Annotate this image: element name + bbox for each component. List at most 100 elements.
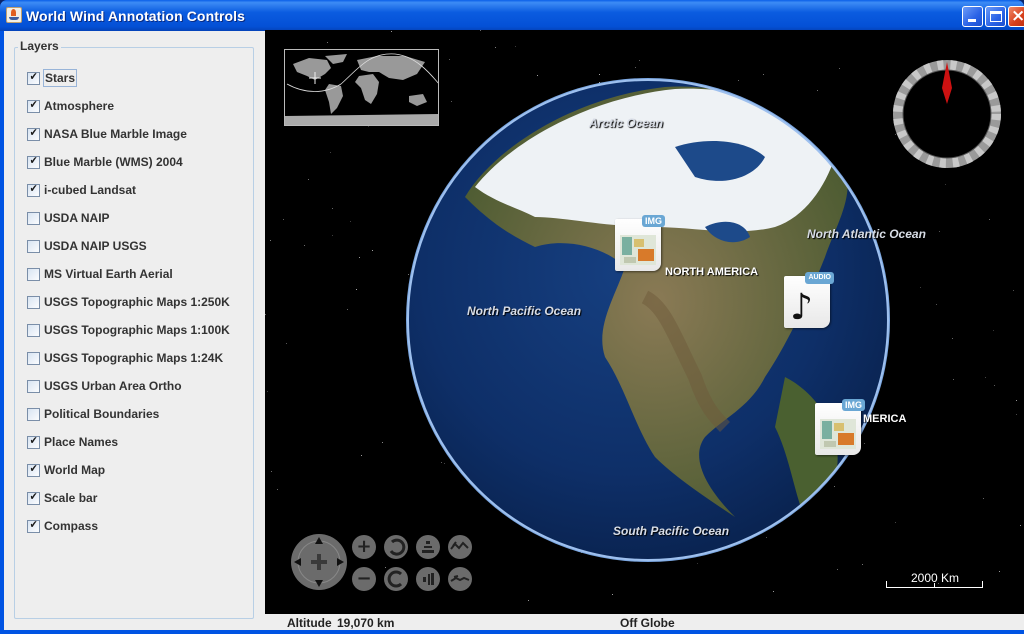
zoom-out-button[interactable]: − [352, 567, 376, 591]
layer-checkbox[interactable] [27, 323, 40, 337]
layer-item[interactable]: USGS Topographic Maps 1:100K [27, 321, 231, 339]
world-wind-canvas[interactable]: Arctic Ocean North Atlantic Ocean North … [265, 30, 1024, 614]
layer-item[interactable]: Scale bar [27, 489, 98, 507]
layer-item[interactable]: USDA NAIP USGS [27, 237, 148, 255]
painting-thumbnail-icon [620, 235, 656, 265]
layer-item[interactable]: USGS Topographic Maps 1:24K [27, 349, 224, 367]
layer-item[interactable]: Place Names [27, 433, 119, 451]
layer-checkbox[interactable] [27, 491, 40, 505]
image-annotation-north-america[interactable]: IMG [615, 215, 665, 271]
layer-item[interactable]: Atmosphere [27, 97, 115, 115]
layer-checkbox[interactable] [27, 183, 40, 197]
layer-checkbox[interactable] [27, 519, 40, 533]
layer-item[interactable]: Stars [27, 69, 78, 87]
layer-label[interactable]: Political Boundaries [43, 406, 160, 422]
star [983, 498, 984, 499]
layer-label[interactable]: MS Virtual Earth Aerial [43, 266, 174, 282]
star [635, 67, 636, 68]
layer-label[interactable]: USGS Topographic Maps 1:250K [43, 294, 231, 310]
layer-item[interactable]: i-cubed Landsat [27, 181, 137, 199]
layer-checkbox[interactable] [27, 351, 40, 365]
pan-control[interactable] [289, 533, 357, 591]
label-south-pacific-ocean: South Pacific Ocean [613, 524, 730, 538]
globe[interactable]: Arctic Ocean North Atlantic Ocean North … [405, 77, 926, 563]
layer-checkbox[interactable] [27, 407, 40, 421]
layer-item[interactable]: USDA NAIP [27, 209, 111, 227]
layer-label[interactable]: USGS Urban Area Ortho [43, 378, 183, 394]
star [277, 489, 278, 490]
layer-checkbox[interactable] [27, 267, 40, 281]
cursor-position: Off Globe [620, 616, 675, 630]
layer-label[interactable]: NASA Blue Marble Image [43, 126, 188, 142]
layer-label[interactable]: Place Names [43, 434, 119, 450]
tilt-up-button[interactable] [416, 535, 440, 559]
altitude-value: 19,070 km [337, 616, 395, 630]
star [495, 47, 496, 48]
star [939, 231, 940, 232]
layer-label[interactable]: USDA NAIP USGS [43, 238, 148, 254]
layer-label[interactable]: USGS Topographic Maps 1:100K [43, 322, 231, 338]
layer-item[interactable]: Political Boundaries [27, 405, 160, 423]
layer-checkbox[interactable] [27, 239, 40, 253]
layers-panel-title: Layers [18, 39, 61, 53]
close-button[interactable]: × [1008, 6, 1024, 27]
star [270, 240, 271, 241]
layer-item[interactable]: NASA Blue Marble Image [27, 125, 188, 143]
star [330, 152, 331, 153]
layer-checkbox[interactable] [27, 71, 40, 85]
layer-label[interactable]: Compass [43, 518, 99, 534]
scale-tick [982, 581, 983, 588]
layer-checkbox[interactable] [27, 295, 40, 309]
layer-checkbox[interactable] [27, 211, 40, 225]
star [993, 330, 994, 331]
rotate-left-button[interactable] [384, 535, 408, 559]
exaggeration-up-button[interactable] [448, 535, 472, 559]
layer-label[interactable]: Blue Marble (WMS) 2004 [43, 154, 184, 170]
layer-label[interactable]: USGS Topographic Maps 1:24K [43, 350, 224, 366]
layer-checkbox[interactable] [27, 435, 40, 449]
scale-bar: 2000 Km [885, 570, 985, 594]
layer-item[interactable]: Blue Marble (WMS) 2004 [27, 153, 184, 171]
compass[interactable] [893, 60, 1001, 168]
tilt-up-icon [422, 541, 434, 553]
star [382, 442, 383, 443]
java-app-icon[interactable] [6, 7, 22, 23]
layer-checkbox[interactable] [27, 99, 40, 113]
layer-checkbox[interactable] [27, 155, 40, 169]
layer-checkbox[interactable] [27, 127, 40, 141]
star [952, 338, 953, 339]
title-bar[interactable]: World Wind Annotation Controls × [0, 0, 1024, 31]
layer-item[interactable]: Compass [27, 517, 99, 535]
maximize-button[interactable] [985, 6, 1006, 27]
layer-label[interactable]: Stars [43, 69, 78, 87]
star [361, 455, 362, 456]
star [368, 126, 369, 127]
close-icon: × [1011, 6, 1024, 26]
layer-checkbox[interactable] [27, 463, 40, 477]
layer-item[interactable]: MS Virtual Earth Aerial [27, 265, 174, 283]
scale-tick [934, 583, 935, 588]
layer-label[interactable]: Scale bar [43, 490, 98, 506]
image-annotation-south-america[interactable]: IMG [815, 399, 865, 455]
layer-item[interactable]: USGS Urban Area Ortho [27, 377, 183, 395]
star [528, 600, 529, 601]
label-north-pacific-ocean: North Pacific Ocean [467, 304, 582, 318]
layer-item[interactable]: USGS Topographic Maps 1:250K [27, 293, 231, 311]
layer-item[interactable]: World Map [27, 461, 106, 479]
rotate-right-button[interactable] [384, 567, 408, 591]
zoom-in-button[interactable]: + [352, 535, 376, 559]
label-north-atlantic-ocean: North Atlantic Ocean [807, 227, 926, 241]
audio-annotation[interactable]: ♪ AUDIO [784, 272, 834, 328]
star [763, 74, 764, 75]
star [359, 257, 360, 258]
layer-label[interactable]: USDA NAIP [43, 210, 111, 226]
layer-label[interactable]: Atmosphere [43, 98, 115, 114]
rotate-ccw-icon [389, 538, 406, 556]
layer-label[interactable]: World Map [43, 462, 106, 478]
layer-label[interactable]: i-cubed Landsat [43, 182, 137, 198]
scale-tick [886, 581, 887, 588]
layer-checkbox[interactable] [27, 379, 40, 393]
exaggeration-down-button[interactable] [448, 567, 472, 591]
tilt-down-button[interactable] [416, 567, 440, 591]
minimize-button[interactable] [962, 6, 983, 27]
